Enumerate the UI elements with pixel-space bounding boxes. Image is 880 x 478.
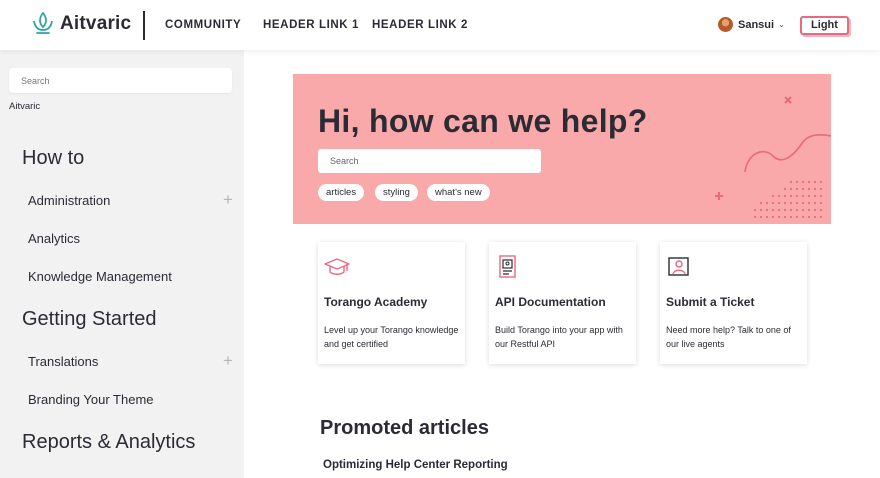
sidebar-item-knowledge-management[interactable]: Knowledge Management <box>28 269 172 284</box>
hero-banner: Hi, how can we help? articles styling wh… <box>293 74 831 224</box>
document-icon <box>499 255 516 278</box>
avatar <box>718 17 733 32</box>
expand-plus-icon[interactable]: + <box>223 191 233 208</box>
sidebar-item-administration[interactable]: Administration <box>28 193 110 208</box>
section-reports-analytics[interactable]: Reports & Analytics <box>22 431 195 454</box>
tag-styling[interactable]: styling <box>375 184 418 201</box>
nav-community[interactable]: COMMUNITY <box>165 19 241 31</box>
sidebar: Aitvaric How to Administration + Analyti… <box>0 50 244 478</box>
logo-divider <box>143 11 145 40</box>
card-torango-academy[interactable]: Torango Academy Level up your Torango kn… <box>318 242 465 364</box>
top-header: Aitvaric COMMUNITY HEADER LINK 1 HEADER … <box>0 0 880 50</box>
chevron-down-icon: ⌄ <box>778 20 785 29</box>
expand-plus-icon[interactable]: + <box>223 352 233 369</box>
breadcrumb[interactable]: Aitvaric <box>9 101 40 112</box>
card-title: API Documentation <box>495 295 606 309</box>
card-submit-a-ticket[interactable]: Submit a Ticket Need more help? Talk to … <box>660 242 807 364</box>
hero-search-input[interactable] <box>318 149 541 173</box>
brand-name: Aitvaric <box>60 13 132 34</box>
theme-toggle-button[interactable]: Light <box>800 16 849 35</box>
hero-title: Hi, how can we help? <box>318 103 648 139</box>
card-title: Submit a Ticket <box>666 295 755 309</box>
nav-header-link-2[interactable]: HEADER LINK 2 <box>372 19 468 31</box>
sidebar-item-branding-your-theme[interactable]: Branding Your Theme <box>28 392 154 407</box>
card-api-documentation[interactable]: API Documentation Build Torango into you… <box>489 242 636 364</box>
promoted-articles-heading: Promoted articles <box>320 417 489 439</box>
plus-decoration-icon <box>715 192 723 200</box>
card-title: Torango Academy <box>324 295 428 309</box>
card-description: Need more help? Talk to one of our live … <box>666 325 791 349</box>
lotus-logo-icon <box>33 11 53 34</box>
card-description: Build Torango into your app with our Res… <box>495 325 623 349</box>
brand-logo[interactable]: Aitvaric <box>32 11 131 37</box>
sidebar-item-analytics[interactable]: Analytics <box>28 231 80 246</box>
ticket-icon <box>668 257 689 276</box>
sidebar-item-translations[interactable]: Translations <box>28 354 98 369</box>
user-menu[interactable]: Sansui ⌄ <box>718 17 785 32</box>
section-getting-started[interactable]: Getting Started <box>22 308 157 331</box>
tag-articles[interactable]: articles <box>318 184 365 201</box>
promoted-article-link[interactable]: Optimizing Help Center Reporting <box>323 459 508 471</box>
nav-header-link-1[interactable]: HEADER LINK 1 <box>263 19 359 31</box>
decorative-pattern <box>744 96 831 219</box>
sidebar-search-input[interactable] <box>9 68 232 93</box>
user-name: Sansui <box>738 18 775 31</box>
card-description: Level up your Torango knowledge and get … <box>324 325 459 349</box>
graduation-cap-icon <box>324 258 350 275</box>
section-how-to[interactable]: How to <box>22 147 84 170</box>
tag-whats-new[interactable]: what's new <box>427 184 490 201</box>
